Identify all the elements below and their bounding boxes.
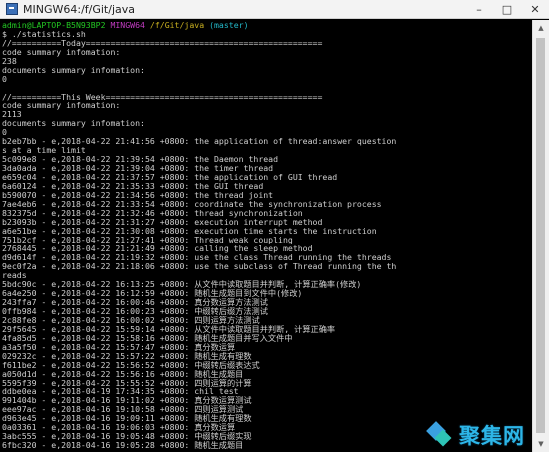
terminal-line: d963e45 - e,2018-04-16 19:09:11 +0800: 随… (2, 414, 252, 424)
terminal-line: 832375d - e,2018-04-22 21:32:46 +0800: t… (2, 208, 303, 218)
terminal-line: 0a03361 - e,2018-04-16 19:06:03 +0800: 真… (2, 423, 236, 433)
maximize-button[interactable]: □ (493, 0, 521, 18)
prompt-user: admin@LAPTOP-B5N93BP2 (2, 21, 106, 30)
terminal-line: b590070 - e,2018-04-22 21:34:56 +0800: t… (2, 190, 274, 200)
terminal-app-icon (6, 3, 18, 15)
terminal-line: $ ./statistics.sh (2, 29, 86, 39)
terminal-line: 5c099e8 - e,2018-04-22 21:39:54 +0800: t… (2, 155, 279, 164)
terminal-line: 6a4e250 - e,2018-04-22 16:12:59 +0800: 随… (2, 289, 303, 299)
terminal-line: a050d1d - e,2018-04-22 15:56:16 +0800: 随… (2, 369, 244, 379)
terminal-line: 751b2cf - e,2018-04-22 21:27:41 +0800: T… (2, 235, 293, 245)
terminal-line: f611be2 - e,2018-04-22 15:56:52 +0800: 中… (2, 360, 260, 370)
terminal-line: //==========This Week===================… (2, 92, 323, 102)
terminal-line: 5bdc90c - e,2018-04-22 16:13:25 +0800: 从… (2, 280, 362, 290)
terminal-line: 0 (2, 74, 7, 84)
terminal-line: 991404b - e,2018-04-16 19:11:02 +0800: 真… (2, 396, 252, 406)
title-bar[interactable]: MINGW64:/f/Git/java – □ ✕ (0, 0, 549, 19)
scrollbar-thumb[interactable] (536, 38, 545, 433)
terminal-line: d9d614f - e,2018-04-22 21:19:32 +0800: u… (2, 253, 392, 263)
scroll-down-arrow-icon[interactable]: ▼ (533, 436, 549, 452)
terminal-line: documents summary infomation: (2, 119, 145, 129)
terminal-line: a3a5f50 - e,2018-04-22 15:57:47 +0800: 真… (2, 342, 236, 352)
minimize-button[interactable]: – (465, 0, 493, 18)
terminal-line: 2113 (2, 110, 22, 120)
terminal-line: //==========Today=======================… (2, 38, 323, 48)
terminal-line: s at a time limit (2, 146, 86, 156)
terminal-line: 238 (2, 56, 17, 66)
terminal-line: 4fa85d5 - e,2018-04-22 15:58:16 +0800: 随… (2, 333, 293, 343)
terminal-line: ddbe0ea - e,2018-04-19 17:34:35 +0800: c… (2, 387, 239, 397)
window-controls: – □ ✕ (465, 0, 549, 18)
terminal-line: 6fbc320 - e,2018-04-16 19:05:28 +0800: 随… (2, 441, 244, 450)
terminal-output[interactable]: admin@LAPTOP-B5N93BP2 MINGW64 /f/Git/jav… (1, 20, 529, 451)
terminal-line: 0 (2, 128, 7, 138)
prompt-system: MINGW64 (110, 21, 145, 30)
terminal-line: 3abc555 - e,2018-04-16 19:05:48 +0800: 中… (2, 432, 252, 442)
scroll-up-arrow-icon[interactable]: ▲ (533, 20, 549, 36)
terminal-line: 2768445 - e,2018-04-22 21:21:49 +0800: c… (2, 244, 313, 254)
prompt-branch: (master) (209, 21, 249, 30)
terminal-line: a6e51be - e,2018-04-22 21:30:08 +0800: e… (2, 226, 377, 236)
terminal-line: 0ffb984 - e,2018-04-22 16:00:23 +0800: 中… (2, 307, 268, 316)
terminal-line: e659c04 - e,2018-04-22 21:37:57 +0800: t… (2, 172, 338, 182)
terminal-line: documents summary infomation: (2, 65, 145, 75)
terminal-line: 29f5645 - e,2018-04-22 15:59:14 +0800: 从… (2, 324, 336, 334)
vertical-scrollbar[interactable]: ▲ ▼ (532, 20, 549, 452)
terminal-line: b2eb7bb - e,2018-04-22 21:41:56 +0800: t… (2, 137, 397, 147)
terminal-line: 029232c - e,2018-04-22 15:57:22 +0800: 随… (2, 351, 252, 361)
terminal-line: code summary infomation: (2, 101, 121, 111)
prompt-path: /f/Git/java (149, 21, 205, 30)
terminal-line: 3da0ada - e,2018-04-22 21:39:04 +0800: t… (2, 164, 274, 173)
terminal-line: 2c88fe8 - e,2018-04-22 16:00:02 +0800: 四… (2, 315, 260, 325)
terminal-line: 9ec0f2a - e,2018-04-22 21:18:06 +0800: u… (2, 262, 397, 272)
terminal-line: reads (2, 271, 27, 281)
terminal-line: 243ffa7 - e,2018-04-22 16:00:46 +0800: 真… (2, 298, 268, 307)
terminal-line: 6a60124 - e,2018-04-22 21:35:33 +0800: t… (2, 181, 264, 191)
terminal-line: b23093b - e,2018-04-22 21:31:27 +0800: e… (2, 217, 323, 227)
terminal-window: MINGW64:/f/Git/java – □ ✕ admin@LAPTOP-B… (0, 0, 549, 452)
window-title: MINGW64:/f/Git/java (23, 2, 135, 16)
close-button[interactable]: ✕ (521, 0, 549, 18)
terminal-line: eee97ac - e,2018-04-16 19:10:58 +0800: 四… (2, 405, 244, 415)
terminal-line: 7ae4eb6 - e,2018-04-22 21:33:54 +0800: c… (2, 199, 382, 209)
terminal-line: code summary infomation: (2, 47, 121, 57)
prompt-line: admin@LAPTOP-B5N93BP2 MINGW64 /f/Git/jav… (2, 21, 529, 30)
terminal-line: 5595f39 - e,2018-04-22 15:55:52 +0800: 四… (2, 378, 252, 388)
